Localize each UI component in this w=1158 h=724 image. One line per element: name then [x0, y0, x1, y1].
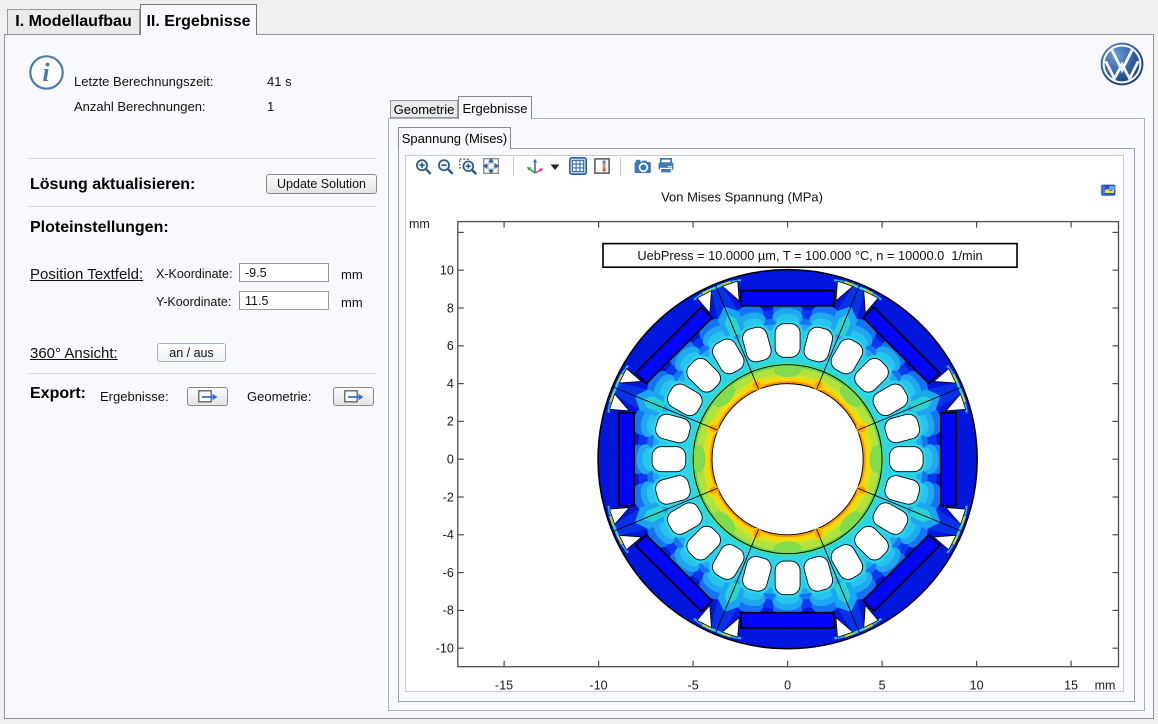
svg-text:-10: -10 — [590, 679, 608, 692]
svg-text:10: 10 — [970, 679, 984, 692]
svg-text:mm: mm — [409, 217, 430, 231]
svg-text:-5: -5 — [688, 679, 699, 692]
svg-text:-6: -6 — [443, 566, 454, 580]
svg-text:8: 8 — [447, 301, 454, 315]
svg-text:2: 2 — [447, 415, 454, 429]
svg-text:6: 6 — [447, 339, 454, 353]
svg-text:0: 0 — [447, 453, 454, 467]
svg-text:5: 5 — [879, 679, 886, 692]
svg-text:-10: -10 — [436, 642, 454, 656]
svg-text:mm: mm — [1095, 679, 1116, 692]
svg-text:UebPress = 10.0000 µm, T = 100: UebPress = 10.0000 µm, T = 100.000 °C, n… — [637, 248, 982, 263]
svg-text:-4: -4 — [443, 528, 454, 542]
svg-text:4: 4 — [447, 377, 454, 391]
svg-text:-8: -8 — [443, 604, 454, 618]
svg-text:15: 15 — [1064, 679, 1078, 692]
svg-text:-2: -2 — [443, 490, 454, 504]
svg-text:10: 10 — [440, 264, 454, 278]
svg-text:0: 0 — [784, 679, 791, 692]
svg-text:-15: -15 — [495, 679, 513, 692]
svg-text:Von Mises Spannung (MPa): Von Mises Spannung (MPa) — [661, 190, 823, 205]
svg-text:i: i — [42, 58, 50, 87]
